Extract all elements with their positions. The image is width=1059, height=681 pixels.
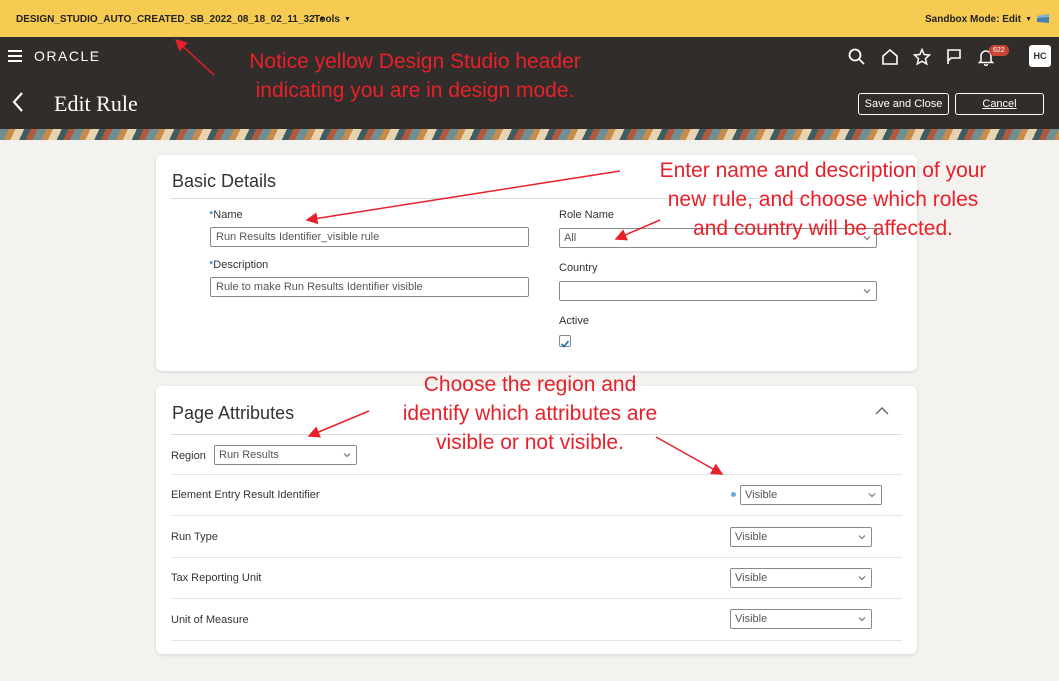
region-label: Region xyxy=(171,450,206,462)
attribute-visibility-select[interactable]: Visible xyxy=(740,485,882,505)
oracle-logo[interactable]: ORACLE xyxy=(34,48,101,64)
caret-down-icon: ▼ xyxy=(1025,16,1033,23)
header-annotation: Notice yellow Design Studio header indic… xyxy=(249,50,581,102)
user-avatar[interactable]: HC xyxy=(1029,45,1051,67)
cancel-button[interactable]: Cancel xyxy=(955,93,1044,115)
page-title: Edit Rule xyxy=(54,91,138,116)
check-icon xyxy=(560,340,570,348)
name-input[interactable]: Run Results Identifier_visible rule xyxy=(210,227,529,247)
attribute-visibility-select[interactable]: Visible xyxy=(730,568,872,588)
chevron-up-icon[interactable] xyxy=(875,406,889,416)
page-attributes-annotation: Choose the region and identify which att… xyxy=(402,373,658,454)
row-divider xyxy=(171,640,902,641)
active-label: Active xyxy=(559,315,589,327)
caret-down-icon: ▼ xyxy=(343,16,351,23)
active-checkbox[interactable] xyxy=(559,335,571,348)
attribute-label: Element Entry Result Identifier xyxy=(171,489,320,501)
attribute-label: Run Type xyxy=(171,531,218,543)
name-label: *Name xyxy=(209,209,243,221)
basic-details-title: Basic Details xyxy=(172,171,277,191)
chevron-down-icon xyxy=(858,576,866,581)
row-divider xyxy=(171,515,902,516)
home-icon[interactable] xyxy=(881,48,899,66)
country-select[interactable] xyxy=(559,281,877,301)
chevron-down-icon xyxy=(343,453,351,458)
star-icon[interactable] xyxy=(913,48,931,66)
row-divider xyxy=(171,598,902,599)
save-and-close-button[interactable]: Save and Close xyxy=(858,93,949,115)
header-pattern-strip xyxy=(0,129,1059,140)
chevron-down-icon xyxy=(863,289,871,294)
tools-menu[interactable]: Tools ▼ xyxy=(314,14,351,25)
search-icon[interactable] xyxy=(848,48,866,66)
row-divider xyxy=(171,557,902,558)
sandbox-name-menu[interactable]: DESIGN_STUDIO_AUTO_CREATED_SB_2022_08_18… xyxy=(16,14,326,25)
hamburger-menu-icon[interactable] xyxy=(8,50,22,62)
attribute-visibility-select[interactable]: Visible xyxy=(730,527,872,547)
page-attributes-title: Page Attributes xyxy=(172,403,295,423)
sandbox-icon[interactable] xyxy=(1036,13,1050,24)
chevron-down-icon xyxy=(858,535,866,540)
description-label: *Description xyxy=(209,259,269,271)
chevron-down-icon xyxy=(858,617,866,622)
role-name-label: Role Name xyxy=(559,209,615,221)
changed-indicator-icon xyxy=(731,492,736,497)
country-label: Country xyxy=(559,262,598,274)
attribute-visibility-select[interactable]: Visible xyxy=(730,609,872,629)
flag-icon[interactable] xyxy=(945,48,963,66)
description-input[interactable]: Rule to make Run Results Identifier visi… xyxy=(210,277,529,297)
region-select[interactable]: Run Results xyxy=(214,445,357,465)
sandbox-bar: DESIGN_STUDIO_AUTO_CREATED_SB_2022_08_18… xyxy=(0,0,1059,37)
notification-badge: 622 xyxy=(989,45,1009,56)
basic-details-annotation: Enter name and description of your new r… xyxy=(659,159,987,240)
attribute-label: Unit of Measure xyxy=(171,614,249,626)
sandbox-mode-menu[interactable]: Sandbox Mode: Edit ▼ xyxy=(925,14,1032,25)
chevron-down-icon xyxy=(868,493,876,498)
back-arrow-icon[interactable] xyxy=(10,90,26,114)
row-divider xyxy=(171,474,902,475)
attribute-label: Tax Reporting Unit xyxy=(171,572,262,584)
